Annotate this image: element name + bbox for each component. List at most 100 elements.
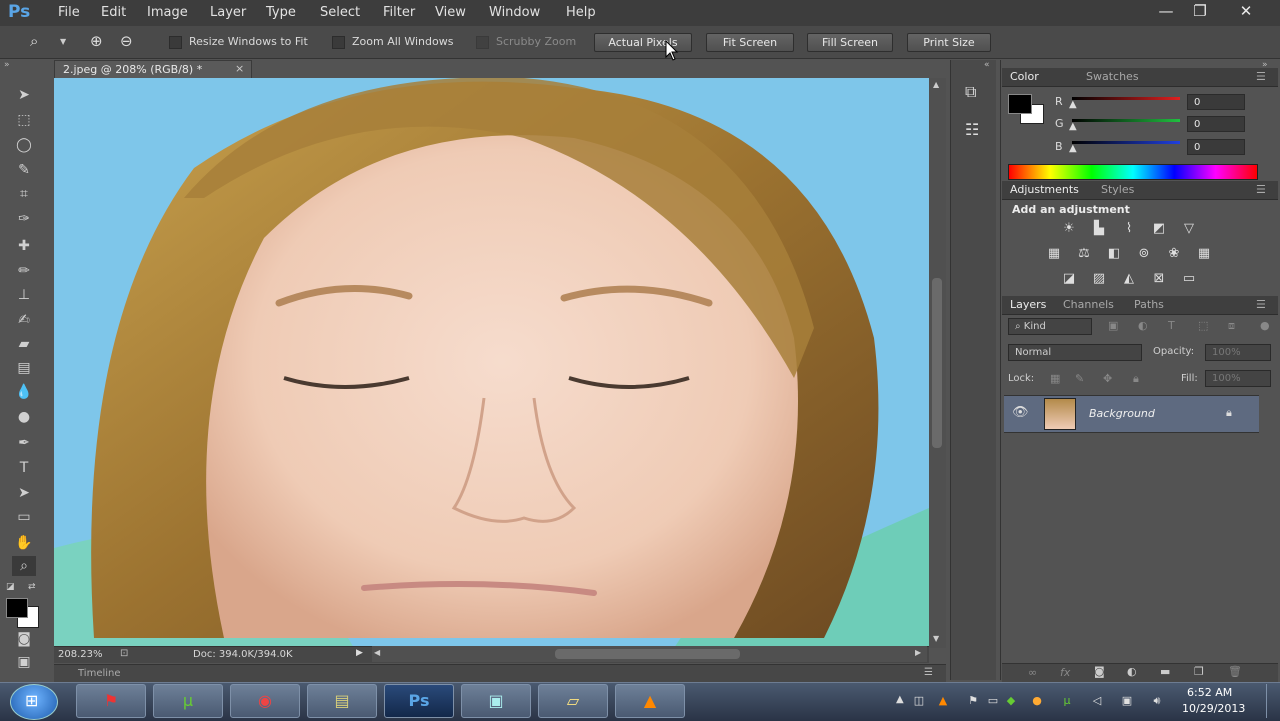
horizontal-scroll-thumb[interactable] <box>555 649 740 659</box>
tab-channels[interactable]: Channels <box>1063 298 1114 311</box>
color-foreground-swatch[interactable] <box>1008 94 1032 114</box>
curves-icon[interactable]: ⌇ <box>1118 220 1140 238</box>
green-slider[interactable] <box>1072 119 1180 122</box>
screen-mode-icon[interactable]: ▣ <box>12 652 36 672</box>
zoom-level[interactable]: 208.23% <box>58 649 103 660</box>
status-menu-arrow-icon[interactable]: ▶ <box>356 648 363 658</box>
panel-menu-icon[interactable]: ☰ <box>1256 298 1266 311</box>
vertical-scroll-thumb[interactable] <box>932 278 942 448</box>
lock-all-icon[interactable]: 🔒︎ <box>1133 372 1139 386</box>
collapse-toolbox-icon[interactable]: » <box>4 60 10 70</box>
tray-monitor-icon[interactable]: ▣ <box>1120 694 1134 708</box>
panel-menu-icon[interactable]: ☰ <box>1256 183 1266 196</box>
close-button[interactable]: ✕ <box>1232 2 1260 20</box>
swap-colors-icon[interactable]: ⇄ <box>28 582 36 592</box>
filter-adjustment-icon[interactable]: ◐ <box>1138 319 1148 332</box>
show-hidden-icons-icon[interactable]: ▲ <box>896 694 904 705</box>
scroll-down-icon[interactable]: ▼ <box>933 634 939 643</box>
history-panel-icon[interactable]: ⧉ <box>965 82 976 102</box>
move-tool-icon[interactable]: ➤ <box>12 85 36 105</box>
print-size-button[interactable]: Print Size <box>907 33 991 52</box>
hand-tool-icon[interactable]: ✋ <box>12 533 36 553</box>
export-icon[interactable]: ⊡ <box>120 648 128 659</box>
tray-network-icon[interactable]: ◫ <box>912 694 926 708</box>
taskbar-acrobat-icon[interactable]: ⚑ <box>76 684 146 718</box>
brush-tool-icon[interactable]: ✏ <box>12 261 36 281</box>
taskbar-screen-icon[interactable]: ▣ <box>461 684 531 718</box>
brightness-contrast-icon[interactable]: ☀ <box>1058 220 1080 238</box>
zoom-tool-icon[interactable]: ⌕ <box>12 556 36 576</box>
resize-windows-checkbox[interactable] <box>169 36 182 49</box>
menu-file[interactable]: File <box>58 5 80 20</box>
red-value-field[interactable]: 0 <box>1187 94 1245 110</box>
threshold-icon[interactable]: ◭ <box>1118 270 1140 288</box>
path-selection-tool-icon[interactable]: ➤ <box>12 483 36 503</box>
start-button[interactable]: ⊞ <box>10 684 58 720</box>
dodge-tool-icon[interactable]: ● <box>12 407 36 427</box>
tray-app-icon[interactable]: ● <box>1030 694 1044 708</box>
taskbar-folder-icon[interactable]: ▱ <box>538 684 608 718</box>
clock-date[interactable]: 10/29/2013 <box>1182 702 1245 715</box>
layer-row[interactable]: 👁︎ Background 🔒︎ <box>1004 395 1259 433</box>
filter-shape-icon[interactable]: ⬚ <box>1198 319 1208 332</box>
document-canvas[interactable] <box>54 78 929 648</box>
gradient-tool-icon[interactable]: ▤ <box>12 358 36 378</box>
filter-type-icon[interactable]: T <box>1168 319 1175 332</box>
exposure-icon[interactable]: ◩ <box>1148 220 1170 238</box>
healing-brush-tool-icon[interactable]: ✚ <box>12 236 36 256</box>
channel-mixer-icon[interactable]: ❀ <box>1163 245 1185 263</box>
clone-stamp-tool-icon[interactable]: ⊥ <box>12 285 36 305</box>
vibrance-icon[interactable]: ▽ <box>1178 220 1200 238</box>
zoom-in-icon[interactable]: ⊕ <box>90 32 103 50</box>
eye-visibility-icon[interactable]: 👁︎ <box>1012 405 1029 420</box>
history-brush-tool-icon[interactable]: ✍ <box>12 310 36 330</box>
menu-window[interactable]: Window <box>489 5 540 20</box>
layer-filter-kind-dropdown[interactable]: ⌕ Kind <box>1008 318 1092 335</box>
zoom-all-windows-checkbox[interactable] <box>332 36 345 49</box>
green-slider-handle[interactable]: ▲ <box>1069 121 1077 132</box>
taskbar-chrome-icon[interactable]: ◉ <box>230 684 300 718</box>
tab-color[interactable]: Color <box>1010 70 1039 83</box>
panel-menu-icon[interactable]: ☰ <box>924 667 933 678</box>
eraser-tool-icon[interactable]: ▰ <box>12 334 36 354</box>
eyedropper-tool-icon[interactable]: ✑ <box>12 209 36 229</box>
levels-icon[interactable]: ▙ <box>1088 220 1110 238</box>
default-colors-icon[interactable]: ◪ <box>6 582 15 592</box>
scrubby-zoom-checkbox[interactable] <box>476 36 489 49</box>
color-spectrum-ramp[interactable] <box>1008 164 1258 180</box>
tab-layers[interactable]: Layers <box>1010 298 1046 311</box>
quick-mask-icon[interactable]: ◙ <box>12 629 36 649</box>
taskbar-notes-icon[interactable]: ▤ <box>307 684 377 718</box>
pen-tool-icon[interactable]: ✒ <box>12 433 36 453</box>
marquee-tool-icon[interactable]: ⬚ <box>12 110 36 130</box>
menu-view[interactable]: View <box>435 5 466 20</box>
gradient-map-icon[interactable]: ▭ <box>1178 270 1200 288</box>
selective-color-icon[interactable]: ⊠ <box>1148 270 1170 288</box>
menu-image[interactable]: Image <box>147 5 188 20</box>
filter-toggle-icon[interactable]: ● <box>1260 319 1270 332</box>
crop-tool-icon[interactable]: ⌗ <box>12 184 36 204</box>
black-white-icon[interactable]: ◧ <box>1103 245 1125 263</box>
lasso-tool-icon[interactable]: ◯ <box>12 135 36 155</box>
tray-sync-icon[interactable]: ◆ <box>1004 694 1018 708</box>
taskbar-photoshop-button[interactable]: Ps <box>384 684 454 718</box>
properties-panel-icon[interactable]: ☷ <box>965 120 979 139</box>
tab-swatches[interactable]: Swatches <box>1086 70 1139 83</box>
layer-name[interactable]: Background <box>1089 407 1155 420</box>
color-lookup-icon[interactable]: ▦ <box>1193 245 1215 263</box>
horizontal-scrollbar[interactable]: ◀ ▶ <box>372 646 927 662</box>
tray-volume-alt-icon[interactable]: ◁ <box>1090 694 1104 708</box>
posterize-icon[interactable]: ▨ <box>1088 270 1110 288</box>
hue-saturation-icon[interactable]: ▦ <box>1043 245 1065 263</box>
rectangle-tool-icon[interactable]: ▭ <box>12 507 36 527</box>
taskbar-vlc-icon[interactable]: ▲ <box>615 684 685 718</box>
show-desktop-button[interactable] <box>1266 684 1279 718</box>
timeline-panel-bar[interactable]: Timeline ☰ <box>54 664 946 683</box>
delete-layer-icon[interactable]: 🗑︎ <box>1228 665 1242 678</box>
tray-vlc-icon[interactable]: ▲ <box>936 694 950 708</box>
scroll-up-icon[interactable]: ▲ <box>933 80 939 89</box>
tab-adjustments[interactable]: Adjustments <box>1010 183 1079 196</box>
vertical-scrollbar[interactable]: ▲ ▼ <box>929 78 946 648</box>
type-tool-icon[interactable]: T <box>12 458 36 478</box>
scroll-right-icon[interactable]: ▶ <box>915 648 921 657</box>
